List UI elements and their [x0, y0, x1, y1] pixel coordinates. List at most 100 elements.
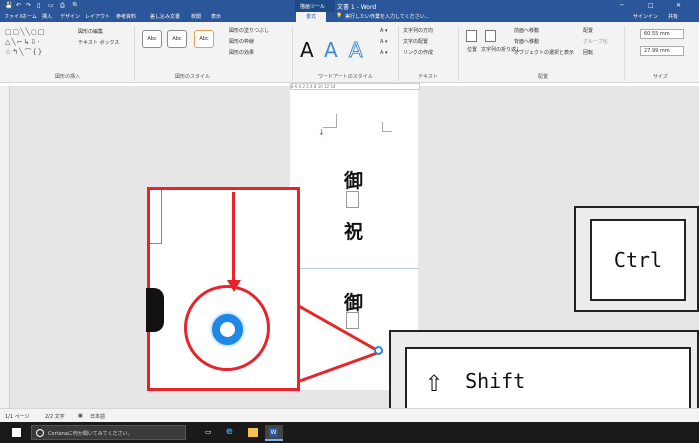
shift-key-face: ⇧ Shift — [405, 347, 691, 415]
shape-style-1[interactable]: Abc — [142, 30, 162, 48]
kanji-middle: 祝 — [344, 221, 364, 243]
tab-file[interactable]: ファイル — [4, 13, 24, 20]
ctrl-key: Ctrl — [574, 206, 699, 312]
margin-mark-left — [323, 114, 337, 128]
open-icon[interactable]: ▭ — [48, 2, 54, 9]
redo-icon[interactable]: ↷ — [26, 2, 31, 9]
position-icon[interactable] — [466, 30, 477, 42]
position-button[interactable]: 位置 — [467, 46, 477, 53]
width-field[interactable]: 27.99 mm — [640, 46, 684, 56]
text-fill-icon[interactable]: A ▾ — [380, 28, 388, 34]
tab-design[interactable]: デザイン — [60, 13, 80, 20]
share-button[interactable]: 共有 — [668, 13, 678, 20]
tab-references[interactable]: 参考資料 — [116, 13, 136, 20]
status-bar: 1/1 ページ 2/2 文字 ▣ 日本語 — [0, 408, 699, 422]
print-icon[interactable]: ⎙ — [60, 2, 65, 10]
context-tool-label: 描画ツール — [300, 4, 326, 10]
wordart-style-1[interactable]: A — [300, 38, 314, 62]
tab-insert[interactable]: 挿入 — [42, 13, 52, 20]
taskbar: Cortanaに何か聞いてみてください。 ▭ e W — [0, 422, 699, 443]
group-wordart-label: ワードアートのスタイル — [318, 74, 373, 80]
rotate-button[interactable]: 回転 — [583, 49, 593, 56]
minimize-button[interactable]: ─ — [620, 2, 624, 9]
zoomed-handle-icon — [212, 314, 243, 345]
tab-format[interactable]: 書式 — [296, 12, 326, 22]
create-link-button[interactable]: リンクの作成 — [403, 49, 433, 56]
group-objects-button[interactable]: グループ化 — [583, 38, 608, 45]
zoom-callout — [146, 187, 300, 391]
wordart-style-3[interactable]: A — [349, 38, 364, 63]
anchor-icon: ↓ — [318, 128, 325, 137]
tab-home[interactable]: ホーム — [22, 13, 37, 20]
page-break-line — [290, 268, 418, 269]
task-view-icon[interactable]: ▭ — [205, 428, 212, 436]
group-insert-shapes-label: 図形の挿入 — [55, 74, 81, 80]
shape-handle[interactable] — [374, 346, 383, 355]
word-taskbar-button[interactable]: W — [265, 425, 283, 441]
height-field[interactable]: 60.55 mm — [640, 29, 684, 39]
text-outline-icon[interactable]: A ▾ — [380, 39, 388, 45]
language[interactable]: 日本語 — [90, 413, 105, 420]
send-backward-button[interactable]: 背面へ移動 — [514, 38, 539, 45]
file-explorer-icon[interactable] — [248, 428, 258, 437]
save-icon[interactable]: 💾 — [5, 2, 12, 9]
proofing-icon[interactable]: ▣ — [78, 413, 83, 419]
tab-layout[interactable]: レイアウト — [85, 13, 110, 20]
shapes-gallery[interactable]: □▢╲╲○□ △╲⌐↳⇩· ☆↰╲⌒{} — [5, 27, 67, 60]
zoom-arrow-line — [232, 192, 235, 282]
new-doc-icon[interactable]: ▯ — [37, 2, 40, 9]
kanji-top: 御 — [344, 170, 364, 192]
group-arrange-label: 配置 — [538, 74, 549, 80]
tab-view[interactable]: 表示 — [211, 13, 221, 20]
text-align-button[interactable]: 文字の配置 — [403, 38, 428, 45]
signin-link[interactable]: サインイン — [633, 13, 658, 20]
text-placeholder-box[interactable] — [346, 191, 359, 208]
cortana-search[interactable]: Cortanaに何か聞いてみてください。 — [31, 425, 186, 440]
shape-style-2[interactable]: Abc — [167, 30, 187, 48]
cortana-placeholder: Cortanaに何か聞いてみてください。 — [48, 431, 133, 437]
tab-mailings[interactable]: 差し込み文書 — [150, 13, 180, 20]
ribbon: □▢╲╲○□ △╲⌐↳⇩· ☆↰╲⌒{} 図形の編集 テキスト ボックス 図形の挿入… — [0, 22, 699, 83]
selection-pane-button[interactable]: オブジェクトの選択と表示 — [514, 49, 574, 56]
title-bar: 💾 ↶ ↷ ▯ ▭ ⎙ 🔍 描画ツール 文書 1 - Word ─ □ ✕ — [0, 0, 699, 12]
group-size-label: サイズ — [653, 74, 668, 80]
shift-arrow-icon: ⇧ — [425, 363, 444, 399]
horizontal-ruler: 8 6 4 2 2 4 8 10 12 14 — [290, 83, 420, 90]
shape-effects-button[interactable]: 図形の効果 — [229, 49, 254, 56]
group-text-label: テキスト — [418, 74, 438, 80]
bring-forward-button[interactable]: 前面へ移動 — [514, 27, 539, 34]
word-count[interactable]: 2/2 文字 — [45, 413, 65, 420]
ribbon-tabs: ファイル ホーム 挿入 デザイン レイアウト 参考資料 差し込み文書 校閲 表示… — [0, 12, 699, 22]
align-button[interactable]: 配置 — [583, 27, 593, 34]
shape-fill-button[interactable]: 図形の塗りつぶし — [229, 27, 269, 34]
edit-shape-button[interactable]: 図形の編集 — [78, 28, 103, 35]
tab-review[interactable]: 校閲 — [191, 13, 201, 20]
tell-me-input[interactable]: 実行したい作業を入力してください... — [345, 13, 429, 20]
start-icon[interactable] — [12, 428, 21, 437]
page-count[interactable]: 1/1 ページ — [5, 413, 30, 420]
zoom-callout-pointer — [295, 302, 384, 385]
ctrl-key-label: Ctrl — [590, 219, 686, 301]
text-effects-icon[interactable]: A ▾ — [380, 50, 388, 56]
zoom-kanji-fragment — [146, 288, 164, 332]
close-button[interactable]: ✕ — [676, 2, 681, 9]
zoom-margin-mark — [150, 190, 162, 244]
textbox-button[interactable]: テキスト ボックス — [78, 39, 119, 46]
cortana-icon — [36, 429, 44, 437]
shift-key-label: Shift — [465, 369, 526, 393]
wordart-style-2[interactable]: A — [324, 38, 338, 62]
edge-icon[interactable]: e — [226, 426, 233, 437]
wrap-icon[interactable] — [485, 30, 496, 42]
shape-style-3[interactable]: Abc — [194, 30, 214, 48]
vertical-ruler — [0, 86, 10, 408]
margin-mark-right — [382, 122, 392, 132]
maximize-button[interactable]: □ — [648, 2, 654, 9]
word-icon: W — [269, 428, 278, 437]
shape-outline-button[interactable]: 図形の枠線 — [229, 38, 254, 45]
text-direction-button[interactable]: 文字列の方向 — [403, 27, 433, 34]
group-shape-styles-label: 図形のスタイル — [175, 74, 211, 80]
tell-me-icon: 💡 — [336, 13, 343, 19]
undo-icon[interactable]: ↶ — [16, 2, 21, 9]
preview-icon[interactable]: 🔍 — [72, 2, 79, 9]
window-title: 文書 1 - Word — [337, 4, 377, 11]
